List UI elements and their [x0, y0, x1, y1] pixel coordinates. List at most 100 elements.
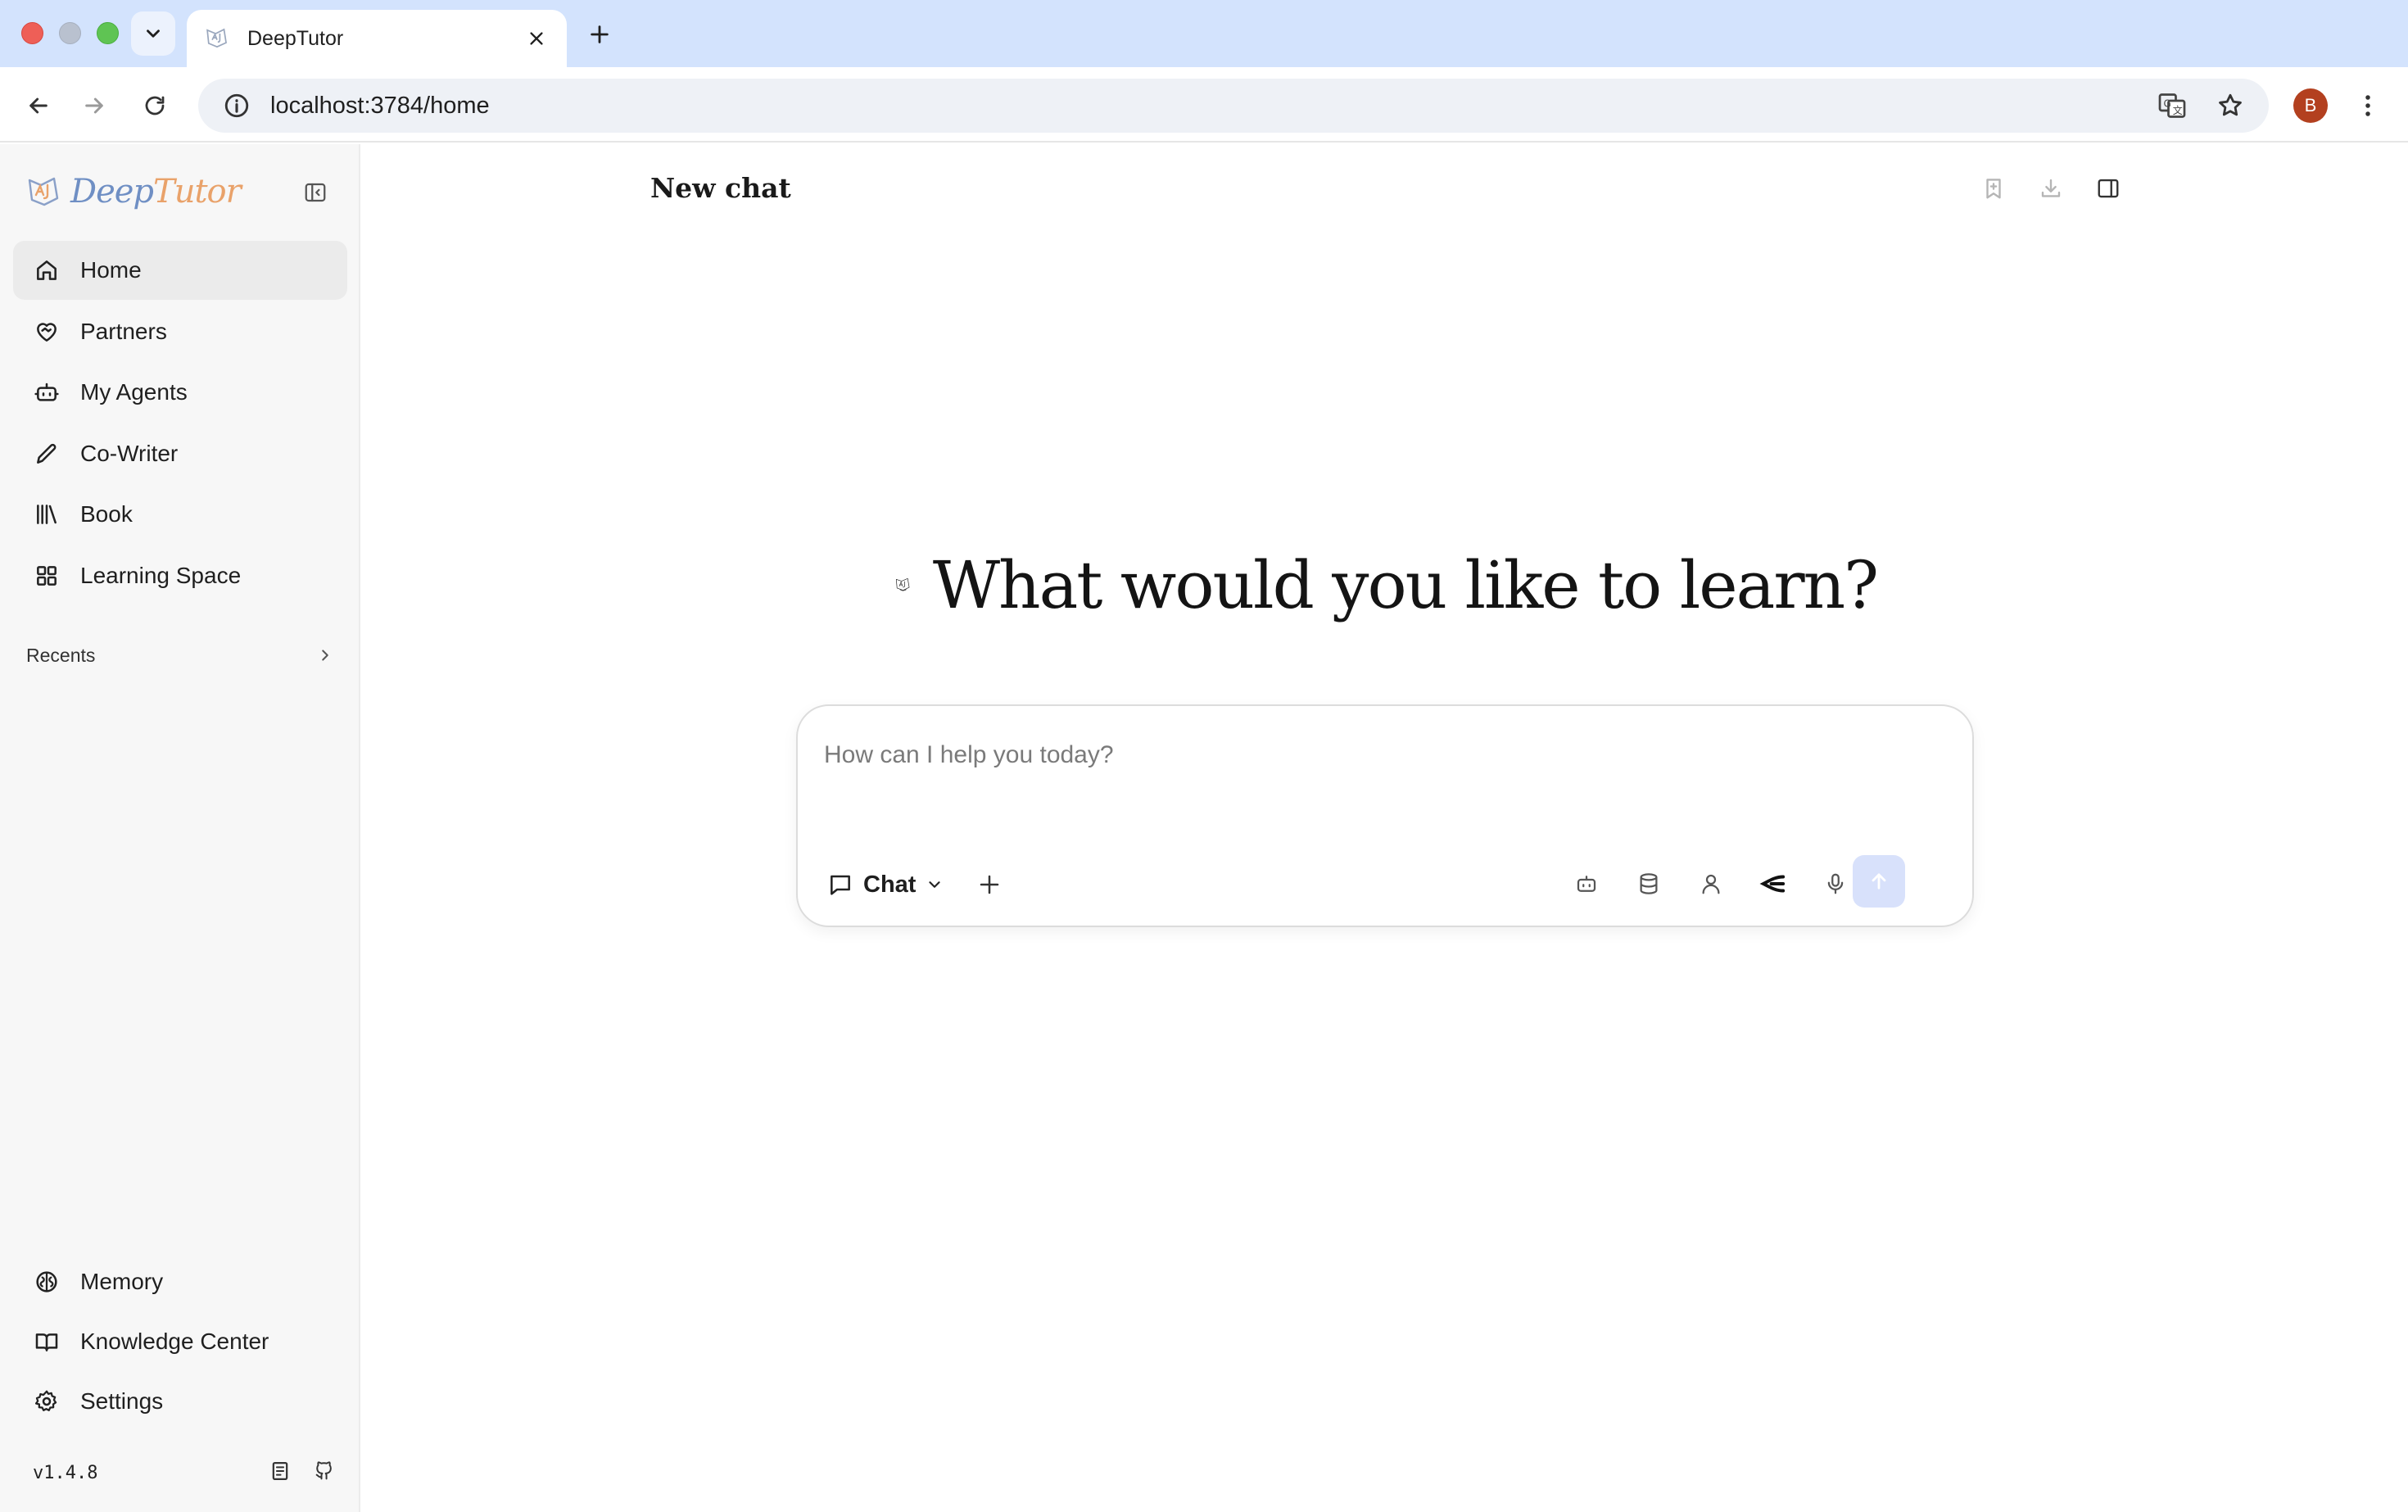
sidebar-item-label: My Agents	[80, 379, 188, 405]
chevron-right-icon	[322, 650, 328, 661]
voice-input-button[interactable]	[1820, 868, 1851, 899]
sidebar-item-memory[interactable]: Memory	[13, 1253, 347, 1311]
profile-button[interactable]	[1695, 868, 1727, 899]
mode-label: Chat	[863, 871, 917, 898]
sidebar-item-co-writer[interactable]: Co-Writer	[13, 424, 347, 483]
docs-button[interactable]	[269, 1460, 292, 1487]
message-square-icon	[831, 875, 850, 895]
hero-heading: What would you like to learn?	[894, 536, 1879, 634]
page-title: New chat	[650, 172, 791, 204]
sidebar-item-label: Book	[80, 501, 133, 527]
document-icon	[272, 1461, 288, 1480]
recents-label: Recents	[26, 644, 96, 666]
brand-name-tutor: Tutor	[153, 173, 242, 211]
model-button[interactable]	[1758, 868, 1789, 899]
browser-toolbar: localhost:3784/home G文 B	[0, 67, 2408, 143]
sidebar-item-label: Knowledge Center	[80, 1329, 269, 1354]
export-chat-button[interactable]	[2036, 174, 2066, 203]
more-vertical-icon	[2365, 95, 2370, 116]
chevron-down-icon	[147, 29, 160, 38]
download-icon	[2041, 179, 2061, 197]
knowledge-base-button[interactable]	[1633, 868, 1664, 899]
github-button[interactable]	[313, 1460, 336, 1487]
close-icon	[530, 32, 543, 45]
sidebar-item-label: Co-Writer	[80, 440, 179, 466]
collapse-sidebar-button[interactable]	[300, 177, 331, 208]
sidebar-item-knowledge-center[interactable]: Knowledge Center	[13, 1313, 347, 1370]
brand-name: DeepTutor	[70, 173, 242, 211]
github-icon	[315, 1460, 332, 1479]
pen-icon	[33, 440, 61, 468]
composer-tools	[1571, 868, 1851, 899]
user-icon	[1702, 874, 1720, 894]
sidebar: DeepTutor Home Partners My Agents Co-Wri…	[0, 144, 360, 1512]
svg-text:文: 文	[2173, 104, 2183, 116]
bookmark-plus-icon	[1986, 179, 2001, 199]
translate-icon[interactable]: G文	[2157, 91, 2187, 120]
browser-menu-button[interactable]	[2351, 88, 2385, 123]
close-window-button[interactable]	[21, 22, 43, 44]
plus-icon	[591, 25, 609, 43]
sidebar-item-label: Home	[80, 257, 142, 283]
main-content: New chat What would you like to learn? C…	[362, 144, 2408, 1512]
bot-icon	[1577, 876, 1596, 892]
secondary-nav: Memory Knowledge Center Settings	[13, 1253, 347, 1433]
primary-nav: Home Partners My Agents Co-Writer Book L…	[13, 241, 347, 607]
heart-handshake-icon	[33, 318, 61, 346]
sidebar-item-label: Learning Space	[80, 562, 242, 588]
profile-avatar[interactable]: B	[2293, 88, 2328, 123]
gear-icon	[33, 1388, 61, 1415]
library-icon	[33, 500, 61, 528]
chevron-down-icon	[929, 881, 941, 888]
tab-close-button[interactable]	[523, 25, 550, 52]
maximize-window-button[interactable]	[97, 22, 119, 44]
panel-right-icon	[2098, 179, 2119, 198]
address-bar[interactable]: localhost:3784/home G文	[198, 79, 2269, 133]
bookmark-star-icon[interactable]	[2216, 92, 2244, 120]
recents-toggle[interactable]: Recents	[26, 639, 334, 672]
sidebar-item-my-agents[interactable]: My Agents	[13, 363, 347, 422]
chat-header-actions	[1979, 174, 2123, 203]
tab-title: DeepTutor	[247, 26, 344, 50]
add-attachment-button[interactable]	[973, 868, 1006, 901]
back-button[interactable]	[16, 84, 61, 128]
sidebar-item-home[interactable]: Home	[13, 241, 347, 300]
sidebar-item-label: Settings	[80, 1388, 164, 1414]
sidebar-item-settings[interactable]: Settings	[13, 1373, 347, 1430]
arrow-left-icon	[29, 97, 48, 114]
save-chat-button[interactable]	[1979, 174, 2008, 203]
hero-text: What would you like to learn?	[932, 546, 1879, 623]
book-open-icon	[33, 1328, 61, 1356]
grid-icon	[33, 562, 61, 590]
site-info-icon[interactable]	[223, 92, 251, 120]
tab-search-button[interactable]	[131, 11, 175, 56]
mode-selector[interactable]: Chat	[827, 867, 944, 903]
toggle-panel-button[interactable]	[2093, 174, 2123, 203]
chat-composer: Chat	[796, 704, 1974, 927]
plus-icon	[980, 875, 999, 894]
forward-button[interactable]	[72, 84, 116, 128]
send-button[interactable]	[1853, 855, 1905, 908]
sidebar-footer: v1.4.8	[33, 1456, 336, 1489]
brand[interactable]: DeepTutor	[25, 169, 242, 215]
svg-text:G: G	[2164, 98, 2171, 110]
reload-icon	[145, 96, 165, 115]
sidebar-item-learning-space[interactable]: Learning Space	[13, 546, 347, 605]
version-label: v1.4.8	[33, 1462, 98, 1483]
agent-button[interactable]	[1571, 868, 1602, 899]
minimize-window-button[interactable]	[59, 22, 81, 44]
sidebar-collapse-icon	[305, 183, 326, 202]
home-icon	[33, 256, 61, 284]
sidebar-item-partners[interactable]: Partners	[13, 302, 347, 361]
model-logo-icon	[1759, 875, 1786, 893]
brain-icon	[33, 1268, 61, 1296]
sidebar-item-book[interactable]: Book	[13, 485, 347, 544]
deeptutor-favicon-icon	[206, 28, 227, 48]
browser-tab-deeptutor[interactable]: DeepTutor	[187, 10, 567, 67]
reload-button[interactable]	[133, 84, 177, 128]
new-tab-button[interactable]	[582, 16, 618, 52]
database-icon	[1640, 873, 1658, 894]
microphone-icon	[1827, 873, 1844, 894]
chat-input[interactable]	[824, 731, 1938, 780]
sidebar-item-label: Memory	[80, 1269, 164, 1294]
